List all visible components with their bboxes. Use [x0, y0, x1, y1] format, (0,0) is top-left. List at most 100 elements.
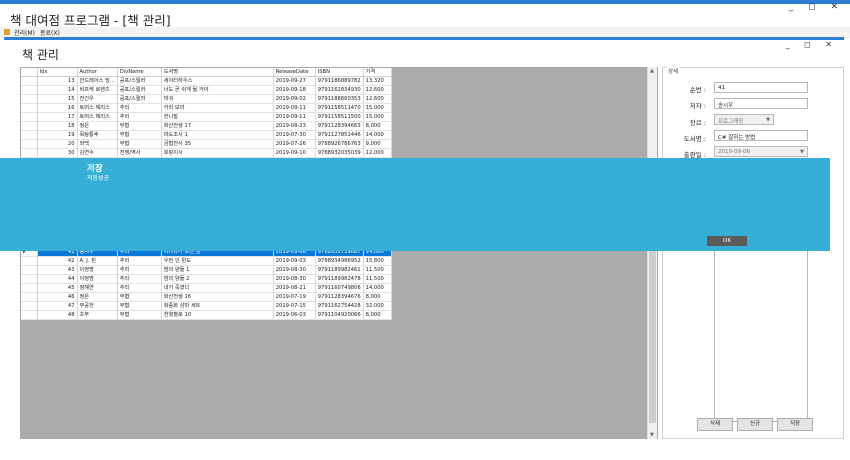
cell-price[interactable]: 8,000: [363, 121, 392, 131]
cell-divname[interactable]: 무협: [117, 310, 162, 320]
author-field[interactable]: 송시우: [714, 98, 808, 109]
row-header[interactable]: [21, 256, 38, 266]
table-row[interactable]: 20 좌백 무협 금협전사 35 2019-07-26 9788926786763 9,00…: [21, 139, 392, 149]
cell-author[interactable]: 초부: [77, 310, 118, 320]
scroll-down-icon[interactable]: ▼: [650, 432, 654, 438]
cell-idx[interactable]: 15: [37, 94, 78, 104]
cell-author[interactable]: 이정명: [77, 265, 118, 275]
cell-divname[interactable]: 전쟁/역사: [117, 148, 162, 158]
cell-idx[interactable]: 42: [37, 256, 78, 266]
col-header-isbn[interactable]: ISBN: [315, 68, 364, 77]
cell-releasedate[interactable]: 2019-07-26: [273, 139, 316, 149]
cell-divname[interactable]: 무협: [117, 301, 162, 311]
row-header[interactable]: [21, 121, 38, 131]
cell-divname[interactable]: 추리: [117, 274, 162, 284]
cell-divname[interactable]: 추리: [117, 112, 162, 122]
table-row[interactable]: 19 목탕통후 무협 마도조사 1 2019-07-30 9791127851446 14,…: [21, 130, 392, 140]
table-row[interactable]: 30 김연수 전쟁/역사 호랑이사 2019-09-10 9788932035039 12,…: [21, 148, 392, 158]
cell-price[interactable]: 14,000: [363, 130, 392, 140]
cell-isbn[interactable]: 9791189982461: [315, 265, 364, 275]
cell-title[interactable]: 밤의 양들 1: [161, 265, 274, 275]
minimize-icon[interactable]: _: [789, 2, 800, 12]
cell-price[interactable]: 15,000: [363, 112, 392, 122]
row-header[interactable]: [21, 274, 38, 284]
cell-isbn[interactable]: 9788934986952: [315, 256, 364, 266]
cell-divname[interactable]: 무협: [117, 130, 162, 140]
cell-title[interactable]: 마귀: [161, 94, 274, 104]
table-row[interactable]: 42 A. J. 핀 추리 우먼 인 윈도 2019-09-03 978893498695…: [21, 256, 392, 266]
cell-author[interactable]: 이정명: [77, 274, 118, 284]
cell-releasedate[interactable]: 2019-09-03: [273, 256, 316, 266]
cell-divname[interactable]: 추리: [117, 265, 162, 275]
cell-price[interactable]: 9,000: [363, 139, 392, 149]
cell-author[interactable]: 김연수: [77, 148, 118, 158]
cell-idx[interactable]: 13: [37, 76, 78, 86]
row-header[interactable]: [21, 94, 38, 104]
cell-price[interactable]: 12,000: [363, 148, 392, 158]
cell-price[interactable]: 13,320: [363, 76, 392, 86]
cell-idx[interactable]: 17: [37, 112, 78, 122]
cell-price[interactable]: 11,500: [363, 265, 392, 275]
cell-author[interactable]: 목탕통후: [77, 130, 118, 140]
cell-price[interactable]: 32,000: [363, 301, 392, 311]
cell-title[interactable]: 카리 모라: [161, 103, 274, 113]
cell-title[interactable]: 내가 죽였다: [161, 283, 274, 293]
cell-isbn[interactable]: 9791128394676: [315, 292, 364, 302]
cell-author[interactable]: 정은: [77, 292, 118, 302]
cell-title[interactable]: 화산전생 17: [161, 121, 274, 131]
cell-idx[interactable]: 18: [37, 121, 78, 131]
cell-divname[interactable]: 공포/스릴러: [117, 85, 162, 95]
col-header-divname[interactable]: DivName: [117, 68, 162, 77]
table-row[interactable]: 46 정은 무협 화산전생 16 2019-07-19 9791128394676 8,00…: [21, 292, 392, 302]
row-header[interactable]: [21, 85, 38, 95]
cell-author[interactable]: 정은: [77, 121, 118, 131]
table-row[interactable]: 15 전건우 공포/스릴러 마귀 2019-09-02 9791188660353 12,6…: [21, 94, 392, 104]
cell-divname[interactable]: 추리: [117, 283, 162, 293]
close-icon[interactable]: ✕: [830, 2, 844, 12]
col-header-price[interactable]: 가격: [363, 68, 392, 77]
cell-title[interactable]: 너도 곧 쉬게 될 거야: [161, 85, 274, 95]
cell-divname[interactable]: 추리: [117, 256, 162, 266]
cell-releasedate[interactable]: 2019-09-11: [273, 103, 316, 113]
cell-isbn[interactable]: 9788926786763: [315, 139, 364, 149]
cell-releasedate[interactable]: 2019-07-15: [273, 301, 316, 311]
row-header[interactable]: [21, 283, 38, 293]
cell-idx[interactable]: 19: [37, 130, 78, 140]
table-row[interactable]: 48 초부 무협 천월혈로 10 2019-06-03 9791104920066 8,00…: [21, 310, 392, 320]
cell-idx[interactable]: 20: [37, 139, 78, 149]
cell-idx[interactable]: 44: [37, 274, 78, 284]
books-grid[interactable]: Idx Author DivName 도서명 ReleaseDate ISBN …: [20, 67, 658, 439]
cell-price[interactable]: 12,600: [363, 85, 392, 95]
col-header-title[interactable]: 도서명: [161, 68, 274, 77]
cell-author[interactable]: 안드레아스 빙...: [77, 76, 118, 86]
scroll-up-icon[interactable]: ▲: [650, 68, 654, 74]
child-close-icon[interactable]: ✕: [825, 40, 838, 49]
cell-author[interactable]: 전건우: [77, 94, 118, 104]
cell-isbn[interactable]: 9791128394663: [315, 121, 364, 131]
cell-price[interactable]: 15,000: [363, 103, 392, 113]
cell-idx[interactable]: 45: [37, 283, 78, 293]
cell-author[interactable]: 비프케 로렌츠: [77, 85, 118, 95]
cell-title[interactable]: 천월혈로 10: [161, 310, 274, 320]
row-header[interactable]: [21, 76, 38, 86]
cell-idx[interactable]: 16: [37, 103, 78, 113]
child-minimize-icon[interactable]: _: [786, 40, 796, 49]
cell-title[interactable]: 금협전사 35: [161, 139, 274, 149]
cell-title[interactable]: 화산전생 16: [161, 292, 274, 302]
row-header[interactable]: [21, 139, 38, 149]
cell-isbn[interactable]: 9791188660353: [315, 94, 364, 104]
cell-releasedate[interactable]: 2019-09-11: [273, 112, 316, 122]
row-header[interactable]: [21, 130, 38, 140]
table-row[interactable]: 45 정해연 추리 내가 죽였다 2019-08-21 9791160749806 14,0…: [21, 283, 392, 293]
cell-title[interactable]: 우먼 인 윈도: [161, 256, 274, 266]
cell-divname[interactable]: 무협: [117, 292, 162, 302]
cell-divname[interactable]: 무협: [117, 139, 162, 149]
row-header[interactable]: [21, 310, 38, 320]
grid-vertical-scrollbar[interactable]: ▲ ▼: [647, 67, 657, 439]
row-header[interactable]: [21, 112, 38, 122]
genre-select[interactable]: 프로그래밍 ▼: [714, 114, 774, 125]
cell-isbn[interactable]: 9791104920066: [315, 310, 364, 320]
cell-isbn[interactable]: 9788932035039: [315, 148, 364, 158]
table-row[interactable]: 18 정은 무협 화산전생 17 2019-08-23 9791128394663 8,00…: [21, 121, 392, 131]
cell-author[interactable]: A. J. 핀: [77, 256, 118, 266]
